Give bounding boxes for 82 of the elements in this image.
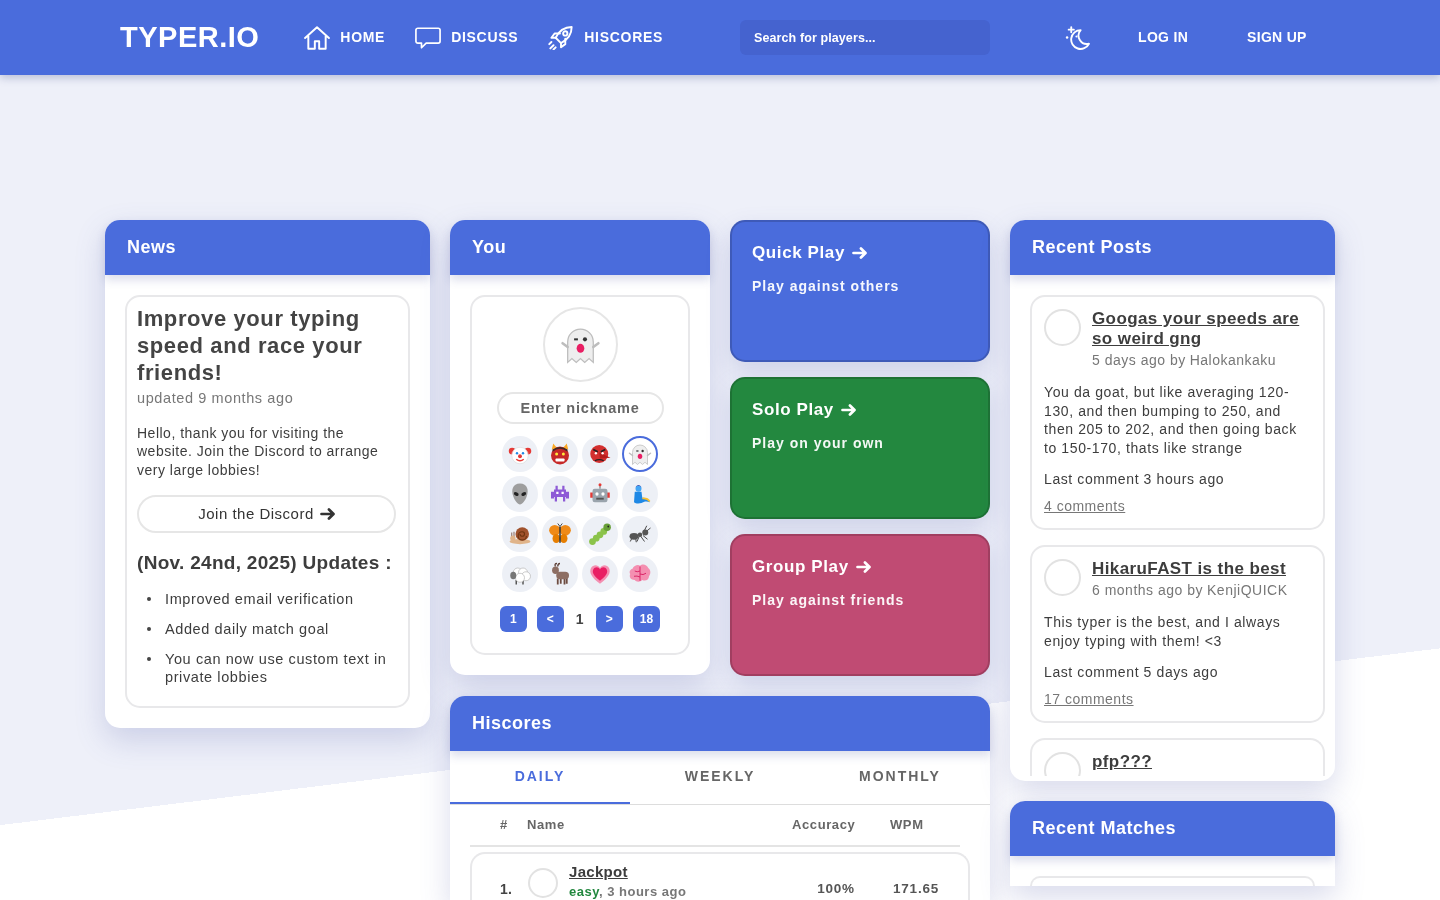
play-mode-title: Group Play — [752, 556, 849, 578]
previous-page-button[interactable]: < — [536, 606, 564, 632]
bullet-icon — [147, 656, 151, 661]
login-link[interactable]: LOG IN — [1138, 27, 1189, 48]
house-icon — [304, 25, 331, 50]
post-time: 5 days ago by — [1092, 352, 1186, 368]
arrow-right-icon — [319, 508, 335, 521]
post-title-link[interactable]: HikaruFAST is the best — [1092, 559, 1311, 579]
post-title-link[interactable]: Googas your speeds are so weird gng — [1092, 309, 1311, 349]
avatar-placeholder-icon — [1044, 752, 1081, 776]
nickname-field[interactable]: Enter nickname — [496, 392, 664, 424]
play-mode-subtitle: Play against others — [752, 276, 901, 296]
bullet-icon — [147, 626, 151, 631]
difficulty-label: easy — [569, 884, 599, 899]
play-mode-subtitle: Play on your own — [752, 433, 885, 453]
avatar-placeholder-icon — [1044, 309, 1081, 346]
play-mode-subtitle: Play against friends — [752, 590, 906, 610]
avatar-option[interactable] — [622, 436, 658, 472]
ghost-avatar-icon — [542, 307, 618, 382]
play-mode-title: Quick Play — [752, 242, 845, 264]
last-comment-time: Last comment 5 days ago — [1044, 663, 1220, 682]
long-nose-mask-icon — [588, 442, 612, 466]
post-title-link[interactable]: pfp??? — [1092, 752, 1311, 772]
arrow-right-icon — [851, 246, 867, 259]
column-header: WPM — [890, 816, 925, 835]
hiscore-tab[interactable]: WEEKLY — [630, 751, 810, 804]
player-link[interactable]: Jackpot — [569, 863, 628, 880]
post-text: This typer is the best, and I always enjoy typing with them! <3 — [1044, 613, 1282, 650]
comments-link[interactable]: 17 comments — [1044, 689, 1134, 710]
page-number: 1 — [574, 609, 585, 629]
butterfly-icon — [548, 522, 572, 546]
column-header: Name — [527, 816, 566, 835]
accuracy-value: 100% — [816, 880, 856, 898]
speech-bubble-icon — [415, 25, 442, 50]
post-text: You da goat, but like averaging 120-130, and then bumping to 250, and then 205 to 202, and then going back to 150-170, thats like strange — [1044, 383, 1298, 457]
horned-mask-icon — [548, 442, 572, 466]
hiscore-tab[interactable]: MONTHLY — [810, 751, 990, 804]
update-item: Added daily match goal — [165, 619, 329, 638]
bullet-icon — [147, 596, 151, 601]
first-page-button[interactable]: 1 — [499, 606, 527, 632]
search-field[interactable]: Search for players... — [740, 20, 991, 55]
recent-posts-header: Recent Posts — [1010, 220, 1335, 275]
play-mode-card[interactable]: Solo Play Play on your own — [730, 377, 990, 519]
arrow-right-icon — [855, 560, 871, 573]
update-item: Improved email verification — [165, 589, 354, 608]
moon-stars-icon[interactable] — [1065, 25, 1091, 50]
play-mode-title: Solo Play — [752, 399, 834, 421]
comments-link[interactable]: 4 comments — [1044, 496, 1126, 517]
next-page-button[interactable]: > — [595, 606, 623, 632]
hiscores-link[interactable]: HISCORES — [548, 25, 664, 50]
avatar-placeholder-icon — [1044, 559, 1081, 596]
recent-matches-header: Recent Matches — [1010, 801, 1335, 856]
author-link[interactable]: Halokankaku — [1189, 352, 1277, 368]
column-header: # — [500, 816, 509, 835]
play-mode-card[interactable]: Group Play Play against friends — [730, 534, 990, 676]
author-link[interactable]: KenjiQUICK — [1207, 582, 1288, 598]
wpm-value: 171.65 — [891, 880, 941, 898]
site-logo[interactable]: TYPER.IO — [120, 23, 260, 52]
discuss-link[interactable]: DISCUSS — [415, 25, 519, 50]
ghost-icon — [628, 442, 652, 466]
update-item: You can now use custom text in private lobbies — [165, 649, 388, 686]
hiscore-tab[interactable]: DAILY — [450, 751, 630, 804]
caterpillar-icon — [588, 522, 612, 546]
last-page-button[interactable]: 18 — [632, 606, 661, 632]
play-mode-card[interactable]: Quick Play Play against others — [730, 220, 990, 362]
updated-time: updated 9 months ago — [137, 389, 295, 408]
news-text: Hello, thank you for visiting the website. Join the Discord to arrange very large lobbies! — [137, 423, 380, 480]
post-time: 6 months ago by — [1092, 582, 1203, 598]
arrow-right-icon — [840, 403, 856, 416]
updates-title: (Nov. 24nd, 2025) Updates : — [137, 551, 393, 576]
rocket-icon — [548, 25, 575, 50]
discord-button[interactable]: Join the Discord — [137, 495, 396, 534]
news-header: News — [105, 220, 430, 275]
column-header: Accuracy — [792, 816, 857, 835]
heart-icon — [588, 562, 612, 586]
last-comment-time: Last comment 3 hours ago — [1044, 470, 1226, 489]
you-header: You — [450, 220, 710, 275]
signup-link[interactable]: SIGN UP — [1247, 27, 1307, 48]
rank-text: 1. — [500, 880, 514, 899]
news-headline: Improve your typing speed and race your friends! — [137, 305, 364, 386]
home-link[interactable]: HOME — [304, 25, 386, 50]
hiscores-header: Hiscores — [450, 696, 990, 751]
